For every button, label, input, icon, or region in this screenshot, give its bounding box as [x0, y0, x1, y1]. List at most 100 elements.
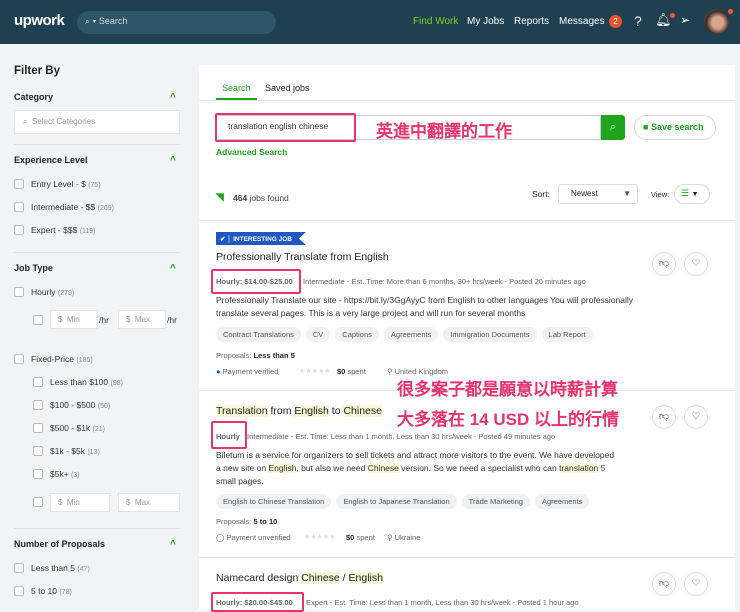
fixed-price-label: Fixed-Price (185) [31, 354, 93, 364]
thumbs-down-icon: 👎︎ [658, 411, 670, 422]
heart-icon: ♡ [691, 411, 701, 422]
advanced-search-link[interactable]: Advanced Search [216, 147, 287, 157]
search-query[interactable]: translation english chinese [215, 113, 356, 142]
search-placeholder: Search [98, 16, 128, 26]
hourly-range-checkbox[interactable] [33, 315, 43, 325]
nav-messages[interactable]: Messages [559, 16, 605, 27]
fixed-max-input[interactable]: $ Max [118, 493, 180, 512]
proposals-heading: Number of Proposals [14, 539, 106, 549]
save-job-button[interactable]: ♡ [684, 405, 708, 429]
per-hour-label: /hr [167, 315, 177, 325]
job-title[interactable]: Translation from English to Chinese [216, 405, 382, 417]
filter-checkbox[interactable] [33, 446, 43, 456]
annotation-line1: 很多案子都是願意以時薪計算 [397, 380, 618, 399]
filter-checkbox[interactable] [14, 563, 24, 573]
rss-icon[interactable]: ◥ [216, 192, 224, 203]
sort-select[interactable]: Newest ▼ [558, 184, 638, 204]
thumbs-down-icon: 👎︎ [658, 578, 670, 589]
filter-checkbox[interactable] [14, 179, 24, 189]
dislike-button[interactable]: 👎︎ [652, 252, 676, 276]
filter-checkbox[interactable] [33, 423, 43, 433]
skill-tag[interactable]: Agreements [383, 327, 439, 342]
list-icon: ☰ [681, 188, 690, 198]
fixed-min-input[interactable]: $ Min [50, 493, 110, 512]
category-placeholder: Select Categories [31, 117, 96, 126]
search-icon: ⌕ ▾ [85, 16, 99, 26]
header-search-input[interactable]: ⌕ ▾ Search [77, 11, 276, 34]
hourly-checkbox[interactable] [14, 287, 24, 297]
search-submit-button[interactable]: ⌕ [601, 115, 625, 140]
amount-spent: $0 spent [346, 533, 375, 542]
filter-option-label: Less than 5 (47) [31, 563, 90, 573]
client-location: ⚲ Ukraine [387, 533, 421, 542]
job-title[interactable]: Professionally Translate from English [216, 251, 389, 263]
fixed-range-checkbox[interactable] [33, 497, 43, 507]
messages-badge: 2 [609, 15, 622, 28]
save-job-button[interactable]: ♡ [684, 572, 708, 596]
nav-my-jobs[interactable]: My Jobs [467, 16, 504, 27]
nav-reports[interactable]: Reports [514, 16, 549, 27]
filter-checkbox[interactable] [33, 377, 43, 387]
chevron-up-icon[interactable]: ^ [170, 92, 176, 103]
heart-icon: ♡ [691, 578, 701, 589]
divider [199, 557, 735, 558]
skill-tag[interactable]: Immigration Documents [443, 327, 537, 342]
fixed-price-checkbox[interactable] [14, 354, 24, 364]
chevron-up-icon[interactable]: ^ [170, 539, 176, 550]
filter-checkbox[interactable] [14, 225, 24, 235]
filter-option-label: Expert - $$$ (119) [31, 225, 96, 235]
view-toggle[interactable]: ☰ ▼ [674, 184, 710, 204]
skill-tag[interactable]: Agreements [534, 494, 590, 509]
text-segment: , but also we need [296, 463, 368, 473]
dislike-button[interactable]: 👎︎ [652, 405, 676, 429]
skill-tag[interactable]: Lab Report [541, 327, 593, 342]
verified-icon: ● [216, 367, 221, 376]
help-icon[interactable]: ? [634, 13, 642, 29]
upwork-logo[interactable]: upwork [14, 12, 65, 29]
filter-checkbox[interactable] [14, 202, 24, 212]
chevron-up-icon[interactable]: ^ [170, 263, 176, 274]
highlighted-keyword: to [328, 405, 344, 417]
text-segment: / [339, 572, 349, 584]
dislike-button[interactable]: 👎︎ [652, 572, 676, 596]
job-meta: Expert - Est. Time: Less than 1 month, L… [306, 598, 579, 607]
filter-checkbox[interactable] [33, 400, 43, 410]
highlighted-keyword: Chinese [301, 572, 340, 584]
job-rate: Hourly: $14.00-$25.00 [216, 277, 293, 286]
skill-tag[interactable]: Captions [335, 327, 379, 342]
save-search-button[interactable]: ■ Save search [634, 115, 716, 140]
skill-tag[interactable]: Contract Translations [216, 327, 301, 342]
avatar[interactable] [704, 9, 729, 34]
annotation-search: 英進中翻譯的工作 [376, 122, 512, 141]
tab-search[interactable]: Search [222, 83, 251, 93]
caret-down-icon: ▼ [691, 191, 699, 198]
skill-tag[interactable]: English to Chinese Translation [216, 494, 332, 509]
highlighted-keyword: translation [559, 463, 599, 473]
job-title[interactable]: Namecard design Chinese / English [216, 572, 383, 584]
divider [199, 220, 735, 221]
save-job-button[interactable]: ♡ [684, 252, 708, 276]
skill-tag[interactable]: Trade Marketing [461, 494, 530, 509]
sort-label: Sort: [532, 189, 550, 199]
nav-find-work[interactable]: Find Work [413, 16, 458, 27]
amount-spent: $0 spent [337, 367, 366, 376]
unverified-icon: ◯ [216, 533, 225, 542]
filter-checkbox[interactable] [33, 469, 43, 479]
highlighted-keyword: Chinese [367, 463, 399, 473]
chevron-up-icon[interactable]: ^ [170, 155, 176, 166]
skill-tag[interactable]: English to Japanese Translation [336, 494, 457, 509]
job-description: Professionally Translate our site - http… [216, 295, 634, 318]
job-search-panel: Search Saved jobs translation english ch… [199, 65, 735, 612]
highlighted-keyword: English [348, 572, 383, 584]
job-meta: Intermediate - Est. Time: Less than 1 mo… [247, 432, 556, 441]
skill-tag[interactable]: CV [305, 327, 331, 342]
filter-option-label: Less than $100 (98) [50, 377, 123, 387]
tab-saved-jobs[interactable]: Saved jobs [265, 83, 310, 93]
filter-checkbox[interactable] [14, 586, 24, 596]
category-input[interactable]: ⌕ Select Categories [14, 110, 180, 134]
hourly-min-input[interactable]: $ Min [50, 310, 98, 329]
text-segment: English [294, 405, 329, 417]
hourly-max-input[interactable]: $ Max [118, 310, 166, 329]
send-icon[interactable]: ➢ [680, 13, 690, 27]
highlighted-keyword: English [268, 463, 297, 473]
